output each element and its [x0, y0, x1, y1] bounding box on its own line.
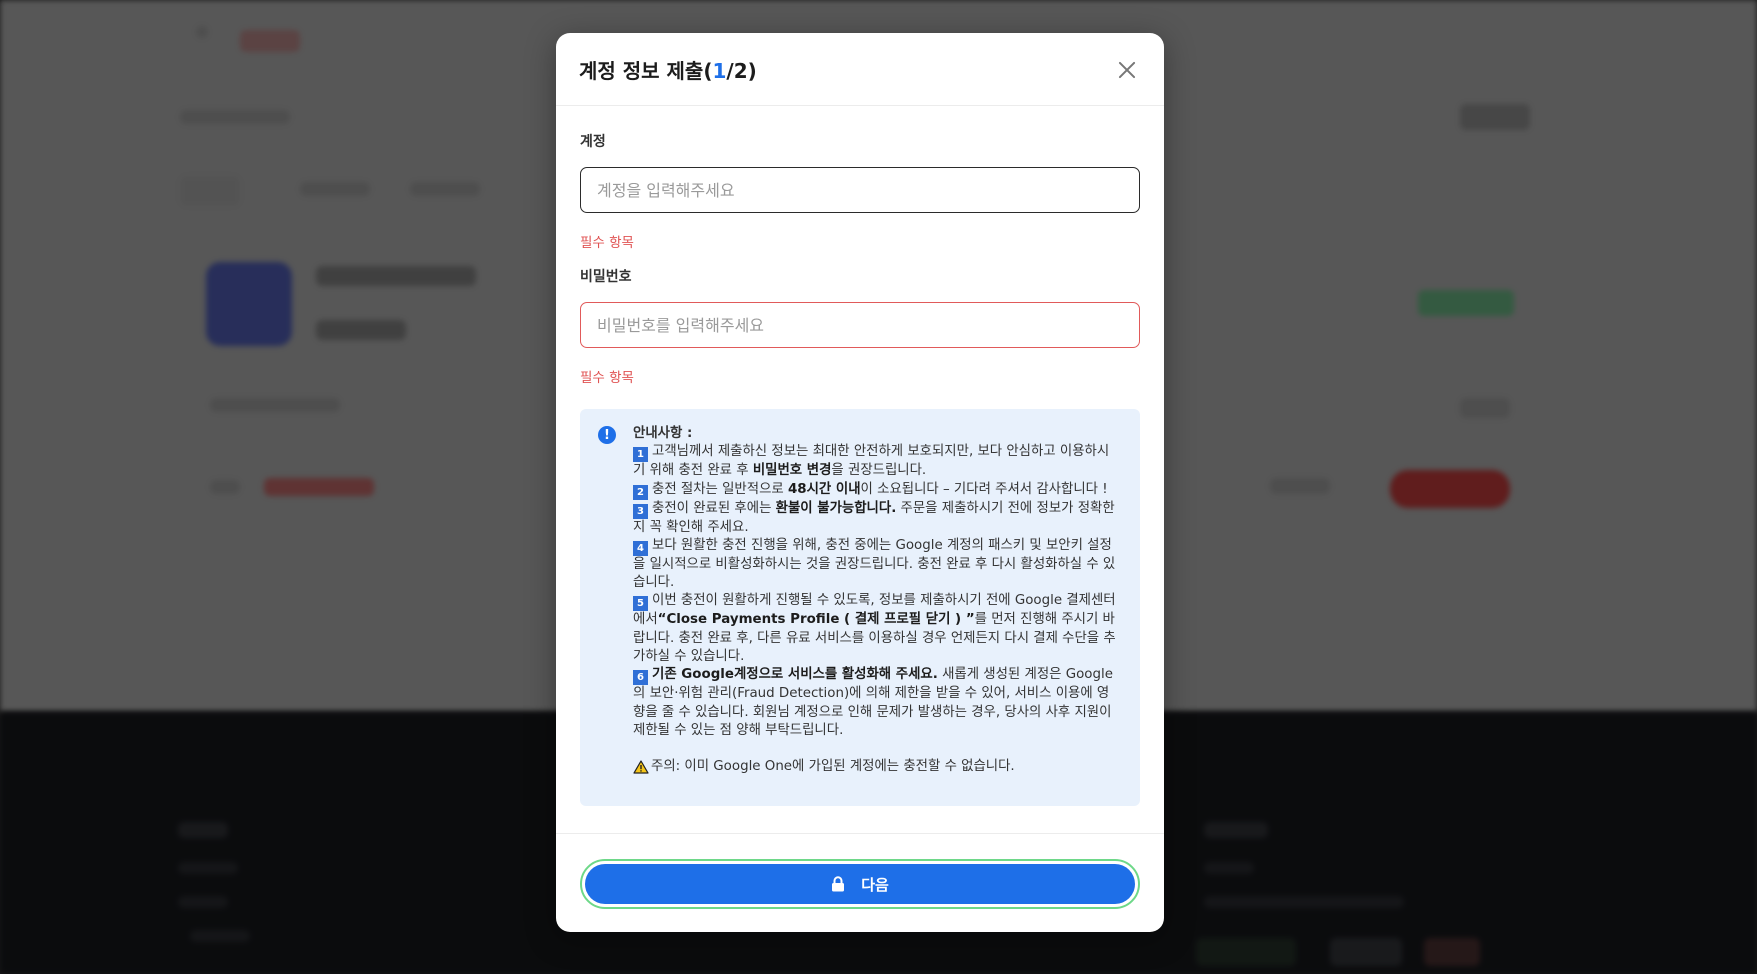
- notice-box: ! 안내사항 : 1 고객님께서 제출하신 정보는 최대한 안전하게 보호되지만,…: [580, 409, 1140, 806]
- notice-item-bold: “Close Payments Profile ( 결제 프로필 닫기 ) ”: [657, 612, 975, 628]
- notice-item-post: 을 권장드립니다.: [831, 463, 927, 479]
- warning-icon: [633, 760, 649, 775]
- notice-content: 안내사항 : 1 고객님께서 제출하신 정보는 최대한 안전하게 보호되지만, 보…: [633, 425, 1121, 806]
- notice-item-pre: 충전 절차는 일반적으로: [652, 481, 788, 497]
- notice-item-bold: 비밀번호 변경: [752, 463, 832, 479]
- notice-item: 5 이번 충전이 원활하게 진행될 수 있도록, 정보를 제출하시기 전에 Goo…: [633, 592, 1121, 666]
- number-badge-icon: 4: [633, 540, 648, 556]
- number-badge-icon: 5: [633, 596, 648, 612]
- notice-item: 6 기존 Google계정으로 서비스를 활성화해 주세요. 새롭게 생성된 계정…: [633, 666, 1121, 740]
- info-icon: !: [598, 426, 616, 444]
- password-input[interactable]: [580, 302, 1140, 348]
- account-error: 필수 항목: [580, 235, 634, 251]
- notice-title: 안내사항 :: [633, 426, 693, 441]
- next-button-label: 다음: [861, 875, 889, 894]
- modal-footer: 다음: [556, 833, 1164, 932]
- account-label: 계정: [580, 134, 606, 150]
- notice-item: 3 충전이 완료된 후에는 환불이 불가능합니다. 주문을 제출하시기 전에 정보…: [633, 500, 1121, 537]
- notice-item: 1 고객님께서 제출하신 정보는 최대한 안전하게 보호되지만, 보다 안심하고 …: [633, 443, 1121, 480]
- next-button[interactable]: 다음: [580, 859, 1140, 909]
- notice-warning: 주의: 이미 Google One에 가입된 계정에는 충전할 수 없습니다.: [633, 758, 1121, 776]
- close-icon[interactable]: [1112, 55, 1142, 85]
- account-input[interactable]: [580, 167, 1140, 213]
- notice-item-post: 이 소요됩니다 – 기다려 주셔서 감사합니다 !: [860, 481, 1108, 497]
- number-badge-icon: 2: [633, 484, 648, 500]
- notice-item-bold: 48시간 이내: [787, 481, 861, 497]
- lock-icon: [832, 876, 845, 892]
- notice-item-bold: 기존 Google계정으로 서비스를 활성화해 주세요.: [652, 667, 938, 683]
- notice-item: 4 보다 원활한 충전 진행을 위해, 충전 중에는 Google 계정의 패스키…: [633, 537, 1121, 593]
- modal-body: 계정 필수 항목 비밀번호 필수 항목 ! 안내사항 : 1고객님께서 제출하신…: [556, 131, 1164, 806]
- password-label: 비밀번호: [580, 269, 632, 285]
- number-badge-icon: 1: [633, 447, 648, 463]
- modal-title-step: 1: [712, 58, 727, 83]
- modal-title: 계정 정보 제출(1/2): [579, 55, 757, 84]
- modal-title-suffix: /2): [726, 58, 757, 83]
- warning-text: 주의: 이미 Google One에 가입된 계정에는 충전할 수 없습니다.: [651, 759, 1015, 775]
- notice-item-pre: 충전이 완료된 후에는: [652, 500, 776, 516]
- number-badge-icon: 3: [633, 503, 648, 519]
- notice-item: 2 충전 절차는 일반적으로 48시간 이내이 소요됩니다 – 기다려 주셔서 감…: [633, 481, 1121, 500]
- notice-list: 1 고객님께서 제출하신 정보는 최대한 안전하게 보호되지만, 보다 안심하고 …: [633, 443, 1121, 740]
- password-error: 필수 항목: [580, 370, 634, 386]
- modal-header: 계정 정보 제출(1/2): [556, 33, 1164, 106]
- account-submit-modal: 계정 정보 제출(1/2) 계정 필수 항목 비밀번호 필수 항목 ! 안내사항…: [556, 33, 1164, 932]
- number-badge-icon: 6: [633, 670, 648, 686]
- next-button-inner: 다음: [585, 864, 1135, 904]
- notice-item-pre: 보다 원활한 충전 진행을 위해, 충전 중에는 Google 계정의 패스키 …: [633, 537, 1116, 591]
- notice-item-bold: 환불이 불가능합니다.: [775, 500, 897, 516]
- modal-title-prefix: 계정 정보 제출(: [579, 58, 713, 83]
